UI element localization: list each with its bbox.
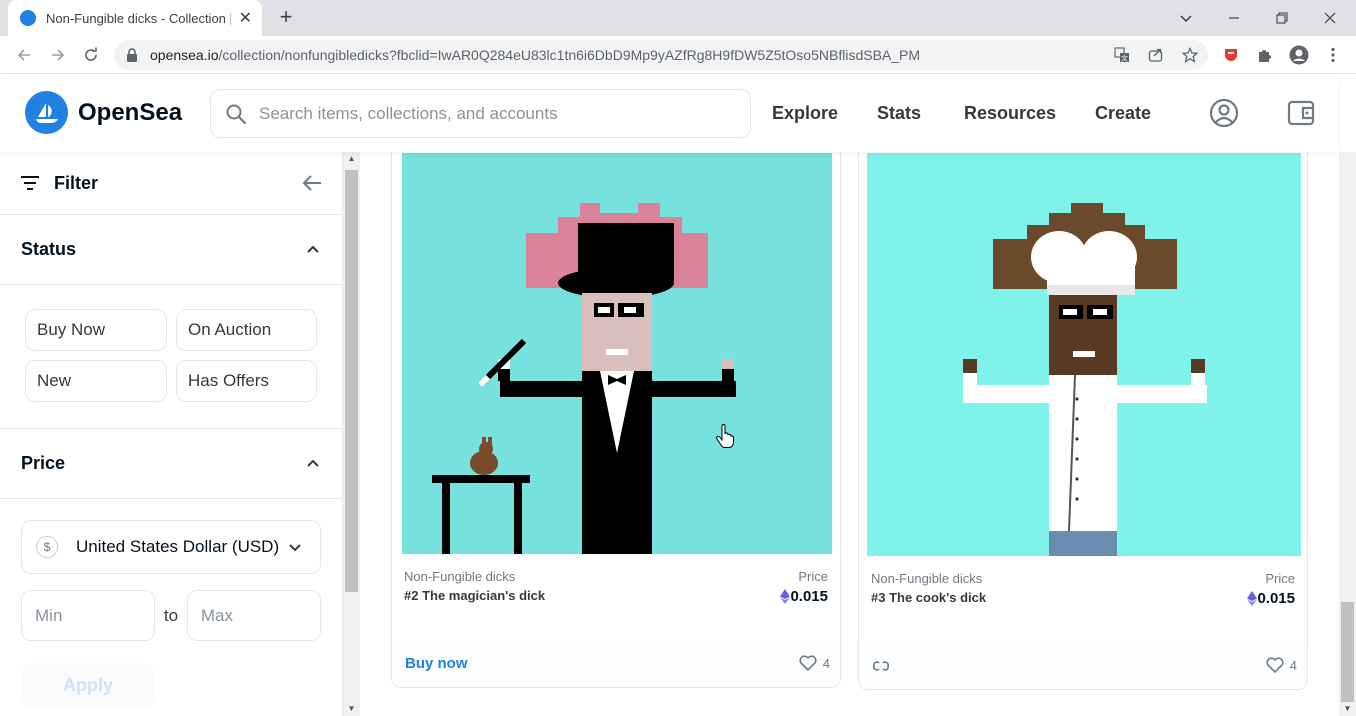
asset-card[interactable]: Non-Fungible dicks #3 The cook's dick Pr…	[858, 152, 1308, 690]
max-price-input[interactable]: Max	[186, 590, 322, 641]
price-range: Min to Max	[21, 590, 322, 641]
card-price: 0.015	[1247, 590, 1295, 607]
bookmark-star-icon[interactable]	[1180, 45, 1200, 65]
url-text: opensea.io/collection/nonfungibledicks?f…	[150, 47, 921, 63]
filter-icon	[21, 176, 39, 190]
link-icon[interactable]	[872, 659, 890, 678]
tab-search-icon[interactable]	[1162, 0, 1210, 36]
scroll-down-icon[interactable]: ▼	[1339, 704, 1356, 713]
eth-icon	[780, 589, 791, 604]
range-to-label: to	[163, 605, 179, 625]
extension-shield-icon[interactable]	[1220, 44, 1242, 66]
card-footer: Buy now 4	[392, 643, 840, 687]
opensea-logo[interactable]: OpenSea	[25, 91, 182, 134]
asset-image-magician[interactable]	[402, 153, 832, 554]
url-field[interactable]: opensea.io/collection/nonfungibledicks?f…	[114, 40, 1208, 70]
status-on-auction-button[interactable]: On Auction	[176, 309, 317, 351]
account-icon[interactable]	[1208, 97, 1240, 129]
back-arrow-icon[interactable]	[10, 41, 38, 69]
card-item-name: #2 The magician's dick	[404, 588, 546, 603]
hand-cursor-icon	[716, 424, 734, 448]
chevron-up-icon	[307, 459, 319, 467]
scroll-up-icon[interactable]: ▲	[343, 154, 360, 163]
tab-title: Non-Fungible dicks - Collection |	[46, 10, 231, 26]
opensea-favicon-icon	[20, 10, 36, 26]
card-price-label: Price	[1265, 571, 1295, 586]
card-price-label: Price	[798, 569, 828, 584]
chevron-up-icon	[307, 245, 319, 253]
share-icon[interactable]	[1146, 45, 1166, 65]
apply-button[interactable]: Apply	[22, 663, 154, 707]
status-section-header[interactable]: Status	[0, 215, 342, 285]
price-section-header[interactable]: Price	[0, 429, 342, 499]
currency-value: United States Dollar (USD)	[76, 537, 280, 556]
svg-text:文: 文	[1121, 54, 1128, 63]
scroll-down-icon[interactable]: ▼	[343, 704, 360, 713]
profile-avatar-icon[interactable]	[1288, 44, 1310, 66]
status-has-offers-button[interactable]: Has Offers	[176, 360, 317, 402]
brand-name: OpenSea	[78, 98, 183, 126]
close-window-button[interactable]	[1306, 0, 1354, 36]
asset-image-cook[interactable]	[867, 153, 1301, 556]
translate-icon[interactable]: 文	[1112, 45, 1132, 65]
min-price-input[interactable]: Min	[21, 590, 156, 641]
like-count: 4	[822, 655, 830, 671]
status-title: Status	[21, 239, 77, 259]
collapse-arrow-icon[interactable]	[302, 174, 322, 192]
nav-stats[interactable]: Stats	[877, 103, 921, 124]
asset-card[interactable]: Non-Fungible dicks #2 The magician's dic…	[391, 152, 841, 688]
opensea-ship-icon	[25, 91, 68, 134]
card-footer: 4	[859, 645, 1307, 689]
dollar-icon: $	[36, 536, 58, 558]
restore-button[interactable]	[1258, 0, 1306, 36]
like-count: 4	[1289, 657, 1297, 673]
card-collection-name[interactable]: Non-Fungible dicks	[871, 571, 982, 586]
new-tab-button[interactable]: +	[272, 4, 300, 32]
card-collection-name[interactable]: Non-Fungible dicks	[404, 569, 515, 584]
favorite-button[interactable]: 4	[1266, 657, 1297, 673]
lock-icon	[127, 48, 137, 62]
nav-create[interactable]: Create	[1095, 103, 1151, 124]
status-options: Buy Now On Auction New Has Offers	[0, 285, 342, 429]
status-buy-now-button[interactable]: Buy Now	[25, 309, 167, 351]
search-box[interactable]	[210, 89, 751, 138]
browser-tab[interactable]: Non-Fungible dicks - Collection | ✕	[8, 0, 262, 36]
tab-close-icon[interactable]: ✕	[239, 8, 252, 28]
asset-grid: Non-Fungible dicks #2 The magician's dic…	[360, 152, 1338, 716]
sidebar-scroll-thumb[interactable]	[345, 170, 358, 592]
favorite-button[interactable]: 4	[799, 655, 830, 671]
reload-icon[interactable]	[77, 41, 105, 69]
browser-tab-bar: Non-Fungible dicks - Collection | ✕ +	[0, 0, 1356, 36]
price-filter: $ United States Dollar (USD) Min to Max …	[0, 499, 342, 707]
currency-select[interactable]: $ United States Dollar (USD)	[21, 520, 321, 574]
nav-resources[interactable]: Resources	[964, 103, 1056, 124]
heart-icon	[1266, 657, 1284, 673]
filter-sidebar: Filter Status Buy Now On Auction New Has…	[0, 152, 343, 716]
filter-label: Filter	[54, 172, 99, 193]
status-new-button[interactable]: New	[25, 360, 167, 402]
search-input[interactable]	[259, 103, 719, 124]
card-item-name: #3 The cook's dick	[871, 590, 987, 605]
nav-explore[interactable]: Explore	[772, 103, 838, 124]
site-header: OpenSea Explore Stats Resources Create	[0, 75, 1338, 152]
buy-now-button[interactable]: Buy now	[405, 655, 468, 672]
minimize-button[interactable]	[1210, 0, 1258, 36]
eth-icon	[1247, 591, 1258, 606]
card-price: 0.015	[780, 588, 828, 605]
forward-arrow-icon[interactable]	[44, 41, 72, 69]
page-scrollbar[interactable]: ▼	[1339, 152, 1356, 716]
extensions-puzzle-icon[interactable]	[1254, 44, 1276, 66]
wallet-icon[interactable]	[1285, 97, 1317, 129]
heart-icon	[799, 655, 817, 671]
sidebar-scrollbar[interactable]: ▲ ▼	[343, 152, 360, 716]
address-bar: opensea.io/collection/nonfungibledicks?f…	[0, 36, 1356, 74]
search-icon	[226, 104, 247, 124]
chevron-down-icon	[289, 543, 301, 551]
kebab-menu-icon[interactable]	[1322, 44, 1344, 66]
price-title: Price	[21, 453, 66, 473]
page-scroll-thumb[interactable]	[1341, 602, 1354, 702]
filter-header: Filter	[0, 152, 342, 215]
